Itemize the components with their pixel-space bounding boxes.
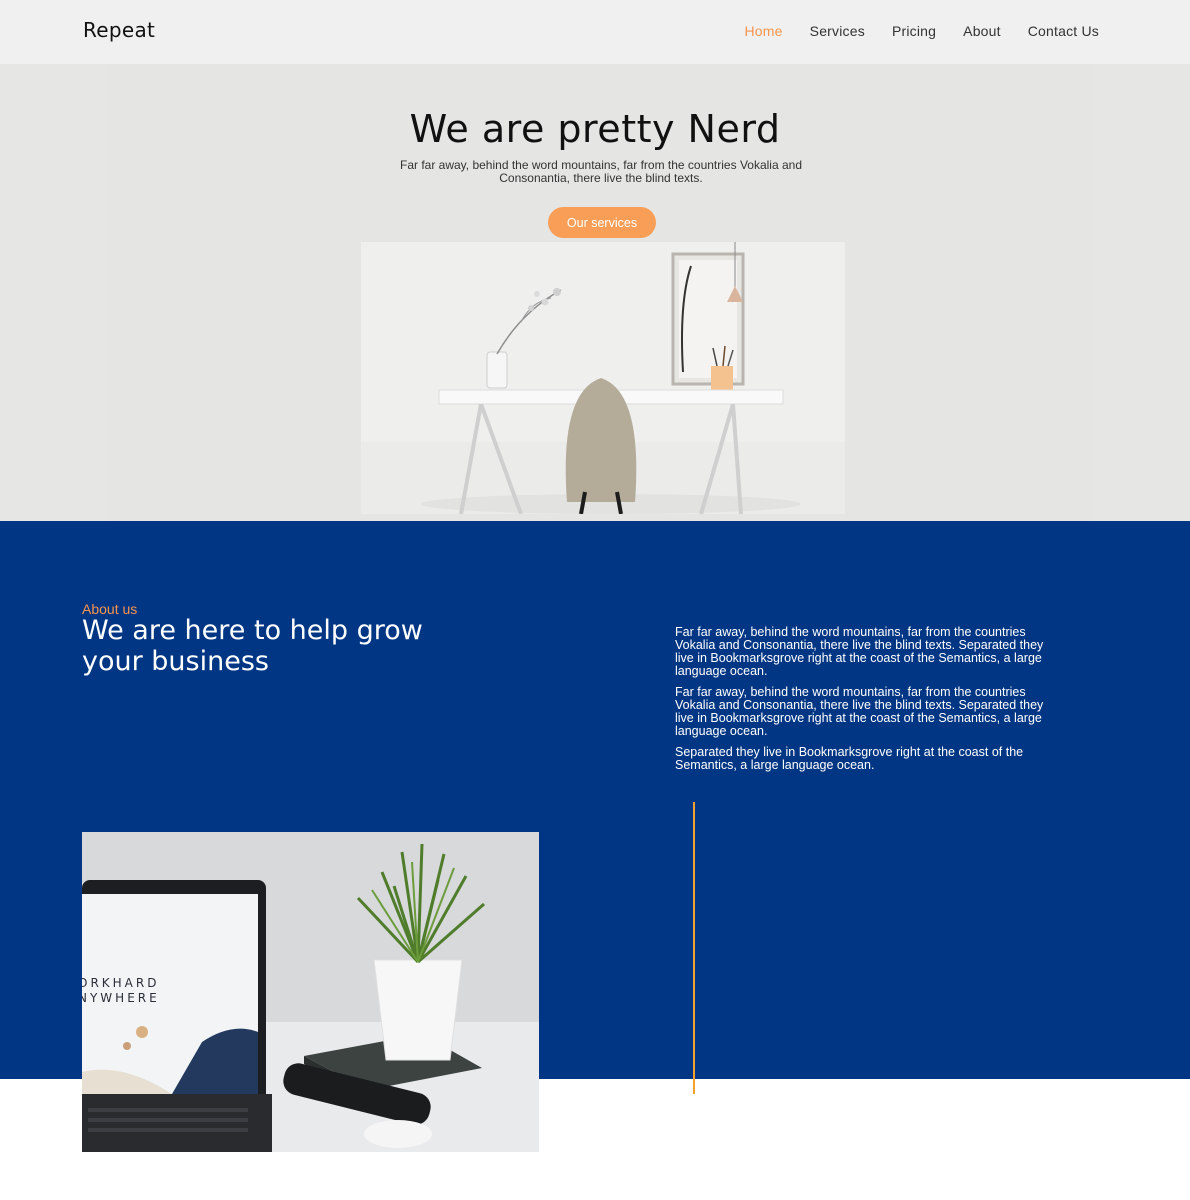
nav-item-services[interactable]: Services [810,23,865,39]
hero-title: We are pretty Nerd [409,107,781,151]
about-paragraph: Far far away, behind the word mountains,… [675,625,1044,678]
nav-item-pricing[interactable]: Pricing [892,23,936,39]
laptop-screen-text-2: NYWHERE [82,991,160,1005]
our-services-button[interactable]: Our services [548,207,656,238]
laptop-plant-photo: ORKHARD NYWHERE [82,832,539,1152]
brand-logo[interactable]: Repeat [83,18,155,42]
about-paragraph: Far far away, behind the word mountains,… [675,685,1044,738]
laptop-screen-text-1: ORKHARD [82,976,159,990]
vertical-divider [693,802,695,1094]
nav-item-about[interactable]: About [963,23,1001,39]
top-navbar: Repeat Home Services Pricing About Conta… [0,0,1190,64]
desk-scene-image [361,242,845,514]
nav-item-home[interactable]: Home [745,23,783,39]
about-text-block: Far far away, behind the word mountains,… [675,626,1047,780]
nav-item-contact[interactable]: Contact Us [1028,23,1099,39]
about-paragraph: Separated they live in Bookmarksgrove ri… [675,745,1024,772]
about-heading: We are here to help grow your business [82,615,423,677]
hero-section: We are pretty Nerd Far far away, behind … [0,64,1190,521]
main-menu: Home Services Pricing About Contact Us [745,23,1100,39]
hero-subtitle: Far far away, behind the word mountains,… [400,158,802,185]
